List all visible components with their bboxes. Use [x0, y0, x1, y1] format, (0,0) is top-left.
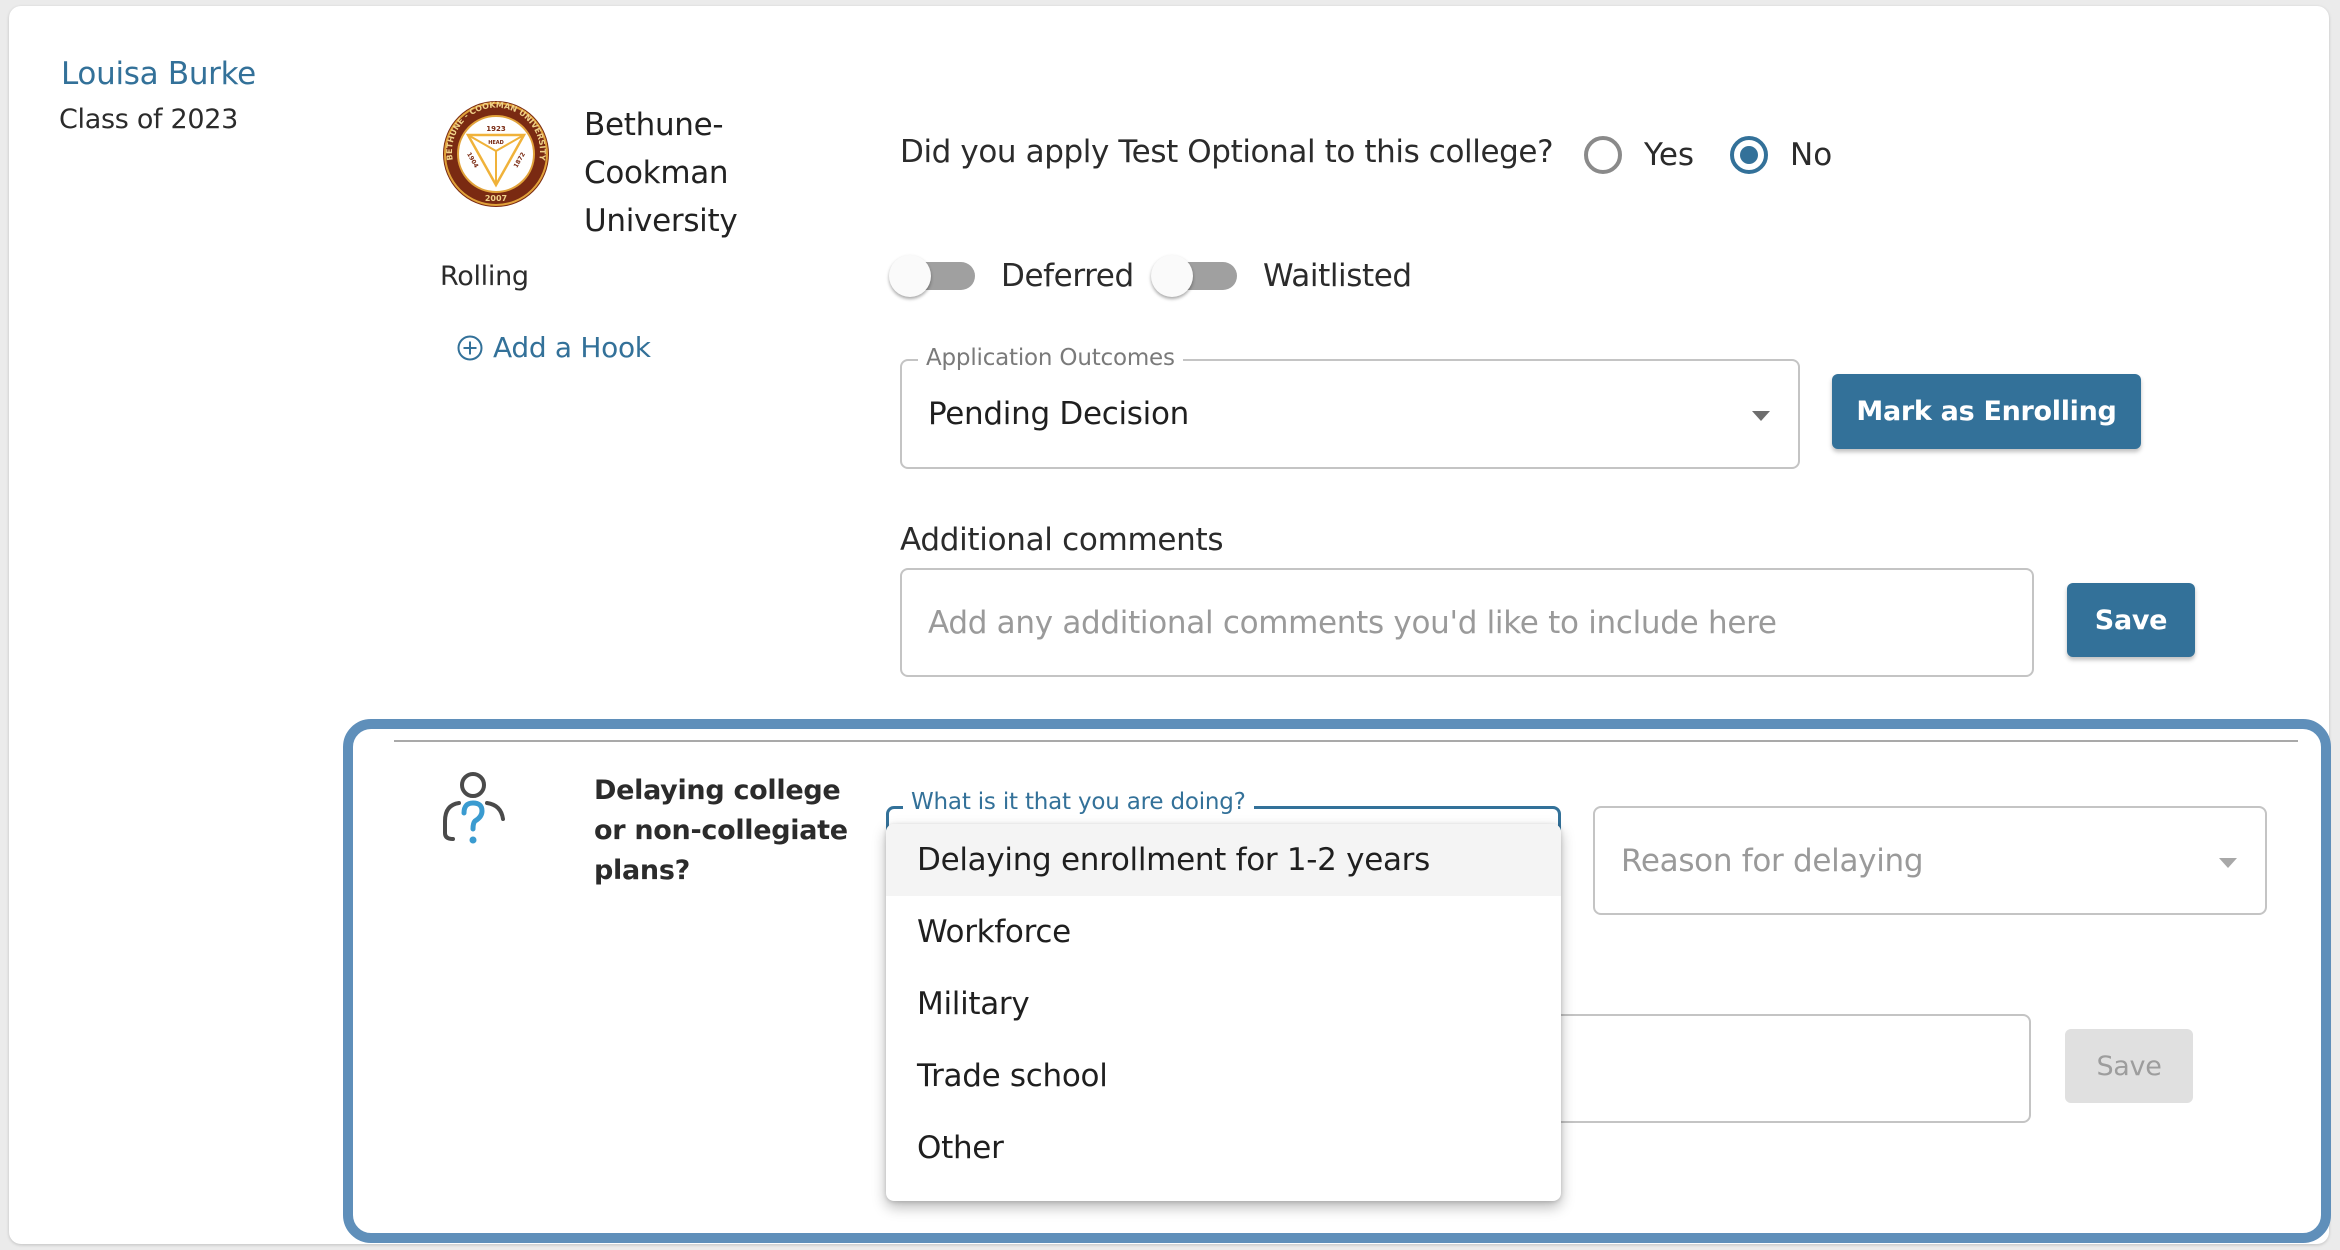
menu-item-workforce[interactable]: Workforce	[886, 896, 1561, 968]
test-optional-yes-radio[interactable]: Yes	[1584, 136, 1694, 174]
application-outcomes-value: Pending Decision	[928, 396, 1189, 432]
delaying-notes-input[interactable]	[1509, 1014, 2031, 1123]
additional-comments-input[interactable]: Add any additional comments you'd like t…	[900, 568, 2034, 677]
toggle-knob[interactable]	[889, 255, 931, 297]
plus-circle-icon	[457, 335, 483, 360]
deadline-type: Rolling	[440, 261, 529, 292]
test-optional-question: Did you apply Test Optional to this coll…	[900, 134, 1554, 170]
svg-text:1923: 1923	[486, 125, 506, 133]
radio-unchecked-icon[interactable]	[1584, 136, 1622, 174]
radio-label: Yes	[1644, 137, 1695, 173]
delaying-plans-title: Delaying college or non-collegiate plans…	[594, 775, 848, 886]
application-outcomes-label: Application Outcomes	[918, 345, 1183, 371]
test-optional-no-radio[interactable]: No	[1730, 136, 1832, 174]
svg-text:2007: 2007	[485, 194, 507, 203]
add-hook-button[interactable]: Add a Hook	[457, 331, 651, 364]
chevron-down-icon	[2219, 857, 2237, 868]
college-name: Bethune- Cookman University	[584, 101, 784, 245]
reason-for-delaying-placeholder: Reason for delaying	[1621, 842, 1924, 879]
menu-item-other[interactable]: Other	[886, 1112, 1561, 1184]
toggle-switch[interactable]	[1151, 255, 1237, 297]
toggle-label: Deferred	[1001, 258, 1134, 294]
what-are-you-doing-label: What is it that you are doing?	[903, 789, 1254, 815]
svg-text:HEAD: HEAD	[488, 140, 504, 146]
mark-as-enrolling-button[interactable]: Mark as Enrolling	[1832, 374, 2141, 449]
toggle-knob[interactable]	[1151, 255, 1193, 297]
save-comments-button[interactable]: Save	[2067, 583, 2195, 657]
reason-for-delaying-select[interactable]: Reason for delaying	[1593, 806, 2267, 915]
application-outcomes-select[interactable]: Application Outcomes Pending Decision	[900, 345, 1800, 469]
person-question-icon	[437, 769, 509, 849]
toggle-switch[interactable]	[889, 255, 975, 297]
menu-item-delaying-enrollment[interactable]: Delaying enrollment for 1-2 years	[886, 824, 1561, 896]
college-application-card: Louisa Burke Class of 2023 1923 HEAD 190…	[9, 6, 2331, 1244]
college-seal-icon: 1923 HEAD 1904 1872 2007 BETHUNE - COOKM…	[441, 99, 551, 209]
menu-item-trade-school[interactable]: Trade school	[886, 1040, 1561, 1112]
add-hook-label: Add a Hook	[493, 331, 651, 364]
waitlisted-toggle[interactable]: Waitlisted	[1151, 255, 1412, 297]
student-class-year: Class of 2023	[59, 104, 239, 135]
college-name-line: University	[584, 203, 738, 239]
menu-item-military[interactable]: Military	[886, 968, 1561, 1040]
radio-label: No	[1790, 137, 1833, 173]
what-are-you-doing-menu: Delaying enrollment for 1-2 years Workfo…	[886, 824, 1561, 1201]
deferred-toggle[interactable]: Deferred	[889, 255, 1134, 297]
toggle-label: Waitlisted	[1263, 258, 1412, 294]
college-name-line: Bethune-	[584, 107, 724, 143]
save-plans-button[interactable]: Save	[2065, 1029, 2193, 1103]
additional-comments-placeholder: Add any additional comments you'd like t…	[928, 604, 1777, 641]
additional-comments-label: Additional comments	[900, 522, 1224, 558]
college-name-line: Cookman	[584, 155, 729, 191]
chevron-down-icon	[1752, 411, 1770, 421]
radio-checked-icon[interactable]	[1730, 136, 1768, 174]
student-name-link[interactable]: Louisa Burke	[61, 56, 256, 92]
